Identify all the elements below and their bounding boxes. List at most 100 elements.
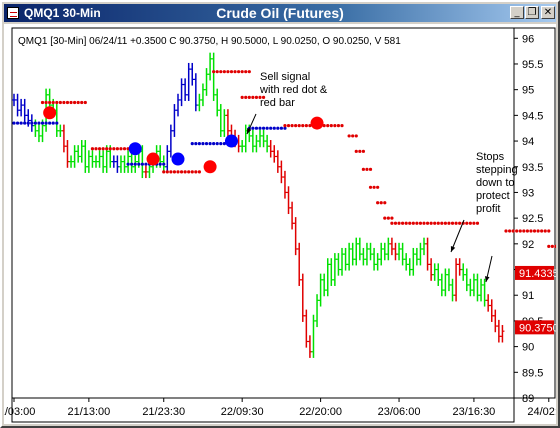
stops-annotation-arrow-2-head xyxy=(484,276,490,282)
time-tick-label: 23/06:00 xyxy=(378,406,421,418)
stop-dot xyxy=(433,221,437,225)
stop-dot xyxy=(119,147,123,151)
stop-dot xyxy=(44,121,48,125)
sell-signal-dot xyxy=(43,106,57,120)
stop-dot xyxy=(536,229,540,233)
stop-dot xyxy=(229,70,234,74)
stop-dot xyxy=(404,221,408,225)
stop-dot xyxy=(290,124,294,128)
stop-dot xyxy=(365,167,369,171)
stop-dot xyxy=(80,100,84,105)
stop-dot xyxy=(261,126,266,130)
stop-dot xyxy=(518,229,522,233)
stop-dot xyxy=(443,221,447,225)
stop-dot xyxy=(272,126,276,130)
stop-dot xyxy=(465,221,469,225)
stop-dot xyxy=(112,147,116,151)
stop-dot xyxy=(108,147,112,151)
sell-signal-dot xyxy=(310,116,324,130)
quote-info-line: QMQ1 [30-Min] 06/24/11 +0.3500 C 90.3750… xyxy=(18,36,401,47)
stop-dot xyxy=(247,95,251,99)
stop-dot xyxy=(361,149,365,153)
stop-dot xyxy=(190,142,194,146)
stop-dot xyxy=(190,170,194,174)
stop-dot xyxy=(126,162,130,166)
title-bar[interactable]: QMQ1 30-Min Crude Oil (Futures) _ ❐ ✕ xyxy=(4,4,556,22)
stop-dot xyxy=(458,221,462,225)
stop-dot xyxy=(247,70,251,74)
stop-dot xyxy=(76,100,80,105)
stop-dot xyxy=(422,221,426,225)
price-tick-label: 89.5 xyxy=(522,367,543,379)
time-tick-label: 24/02:30 xyxy=(527,406,556,418)
stop-dot xyxy=(226,70,230,74)
stops-annotation: Stops stepping down to protect profit xyxy=(476,151,518,215)
stop-dot xyxy=(158,162,162,166)
stop-dot xyxy=(351,134,355,138)
stop-dot xyxy=(194,142,198,146)
close-button[interactable]: ✕ xyxy=(541,6,555,19)
stop-dot xyxy=(454,221,458,225)
stop-dot xyxy=(212,142,216,146)
price-tick-label: 90 xyxy=(522,342,534,354)
stop-dot xyxy=(33,121,37,125)
stop-dot xyxy=(194,170,198,174)
stop-dot xyxy=(137,162,141,166)
stop-dot xyxy=(254,126,259,130)
last-price-label: 90.3750 xyxy=(519,322,556,334)
stop-dot xyxy=(169,170,173,174)
last-price-label: 91.4335 xyxy=(519,268,556,280)
stop-dot xyxy=(83,100,87,105)
stop-dot xyxy=(532,229,537,233)
price-tick-label: 93 xyxy=(522,187,534,199)
stop-dot xyxy=(418,221,423,225)
stop-dot xyxy=(283,124,287,128)
chart-title: Crude Oil (Futures) xyxy=(216,5,344,21)
stop-dot xyxy=(26,121,30,125)
stop-dot xyxy=(208,142,212,146)
stop-dot xyxy=(515,229,519,233)
stop-dot xyxy=(294,124,298,128)
stop-dot xyxy=(408,221,412,225)
restore-button[interactable]: ❐ xyxy=(525,6,539,19)
stop-dot xyxy=(529,229,533,233)
stop-dot xyxy=(297,124,301,128)
stop-dot xyxy=(376,185,380,189)
stop-dot xyxy=(73,100,77,105)
stop-dot xyxy=(390,221,394,225)
stop-dot xyxy=(450,221,455,225)
stop-dot xyxy=(51,100,55,105)
stop-dot xyxy=(187,170,191,174)
stop-dot xyxy=(383,201,387,205)
stop-dot xyxy=(215,70,219,74)
stop-dot xyxy=(354,134,358,138)
sell-signal-annotation: Sell signal with red dot & red bar xyxy=(259,71,328,109)
stop-dot xyxy=(219,142,223,146)
stop-dot xyxy=(372,185,376,189)
plot-area[interactable]: 8989.59090.59191.59292.59393.59494.59595… xyxy=(4,24,556,424)
stop-dot xyxy=(69,100,73,105)
minimize-button[interactable]: _ xyxy=(510,6,524,19)
time-tick-label: 22/20:00 xyxy=(299,406,342,418)
stop-dot xyxy=(376,201,380,205)
price-tick-label: 95.5 xyxy=(522,59,543,71)
stop-dot xyxy=(383,216,387,220)
stop-dot xyxy=(379,201,383,205)
stop-dot xyxy=(329,124,333,128)
stop-dot xyxy=(279,126,283,130)
sell-signal-dot xyxy=(203,160,217,174)
stop-dot xyxy=(237,70,241,74)
price-chart[interactable]: 8989.59090.59191.59292.59393.59494.59595… xyxy=(4,24,556,424)
stop-dot xyxy=(15,121,20,125)
stop-dot xyxy=(447,221,451,225)
stop-dot xyxy=(333,124,337,128)
stop-dot xyxy=(254,95,259,99)
stop-dot xyxy=(12,121,16,125)
price-tick-label: 92.5 xyxy=(522,213,543,225)
price-tick-label: 94.5 xyxy=(522,110,543,122)
stop-dot xyxy=(130,162,134,166)
stop-dot xyxy=(105,147,109,151)
stop-dot xyxy=(48,121,52,125)
stop-dot xyxy=(244,70,248,74)
buy-signal-dot xyxy=(128,142,142,156)
